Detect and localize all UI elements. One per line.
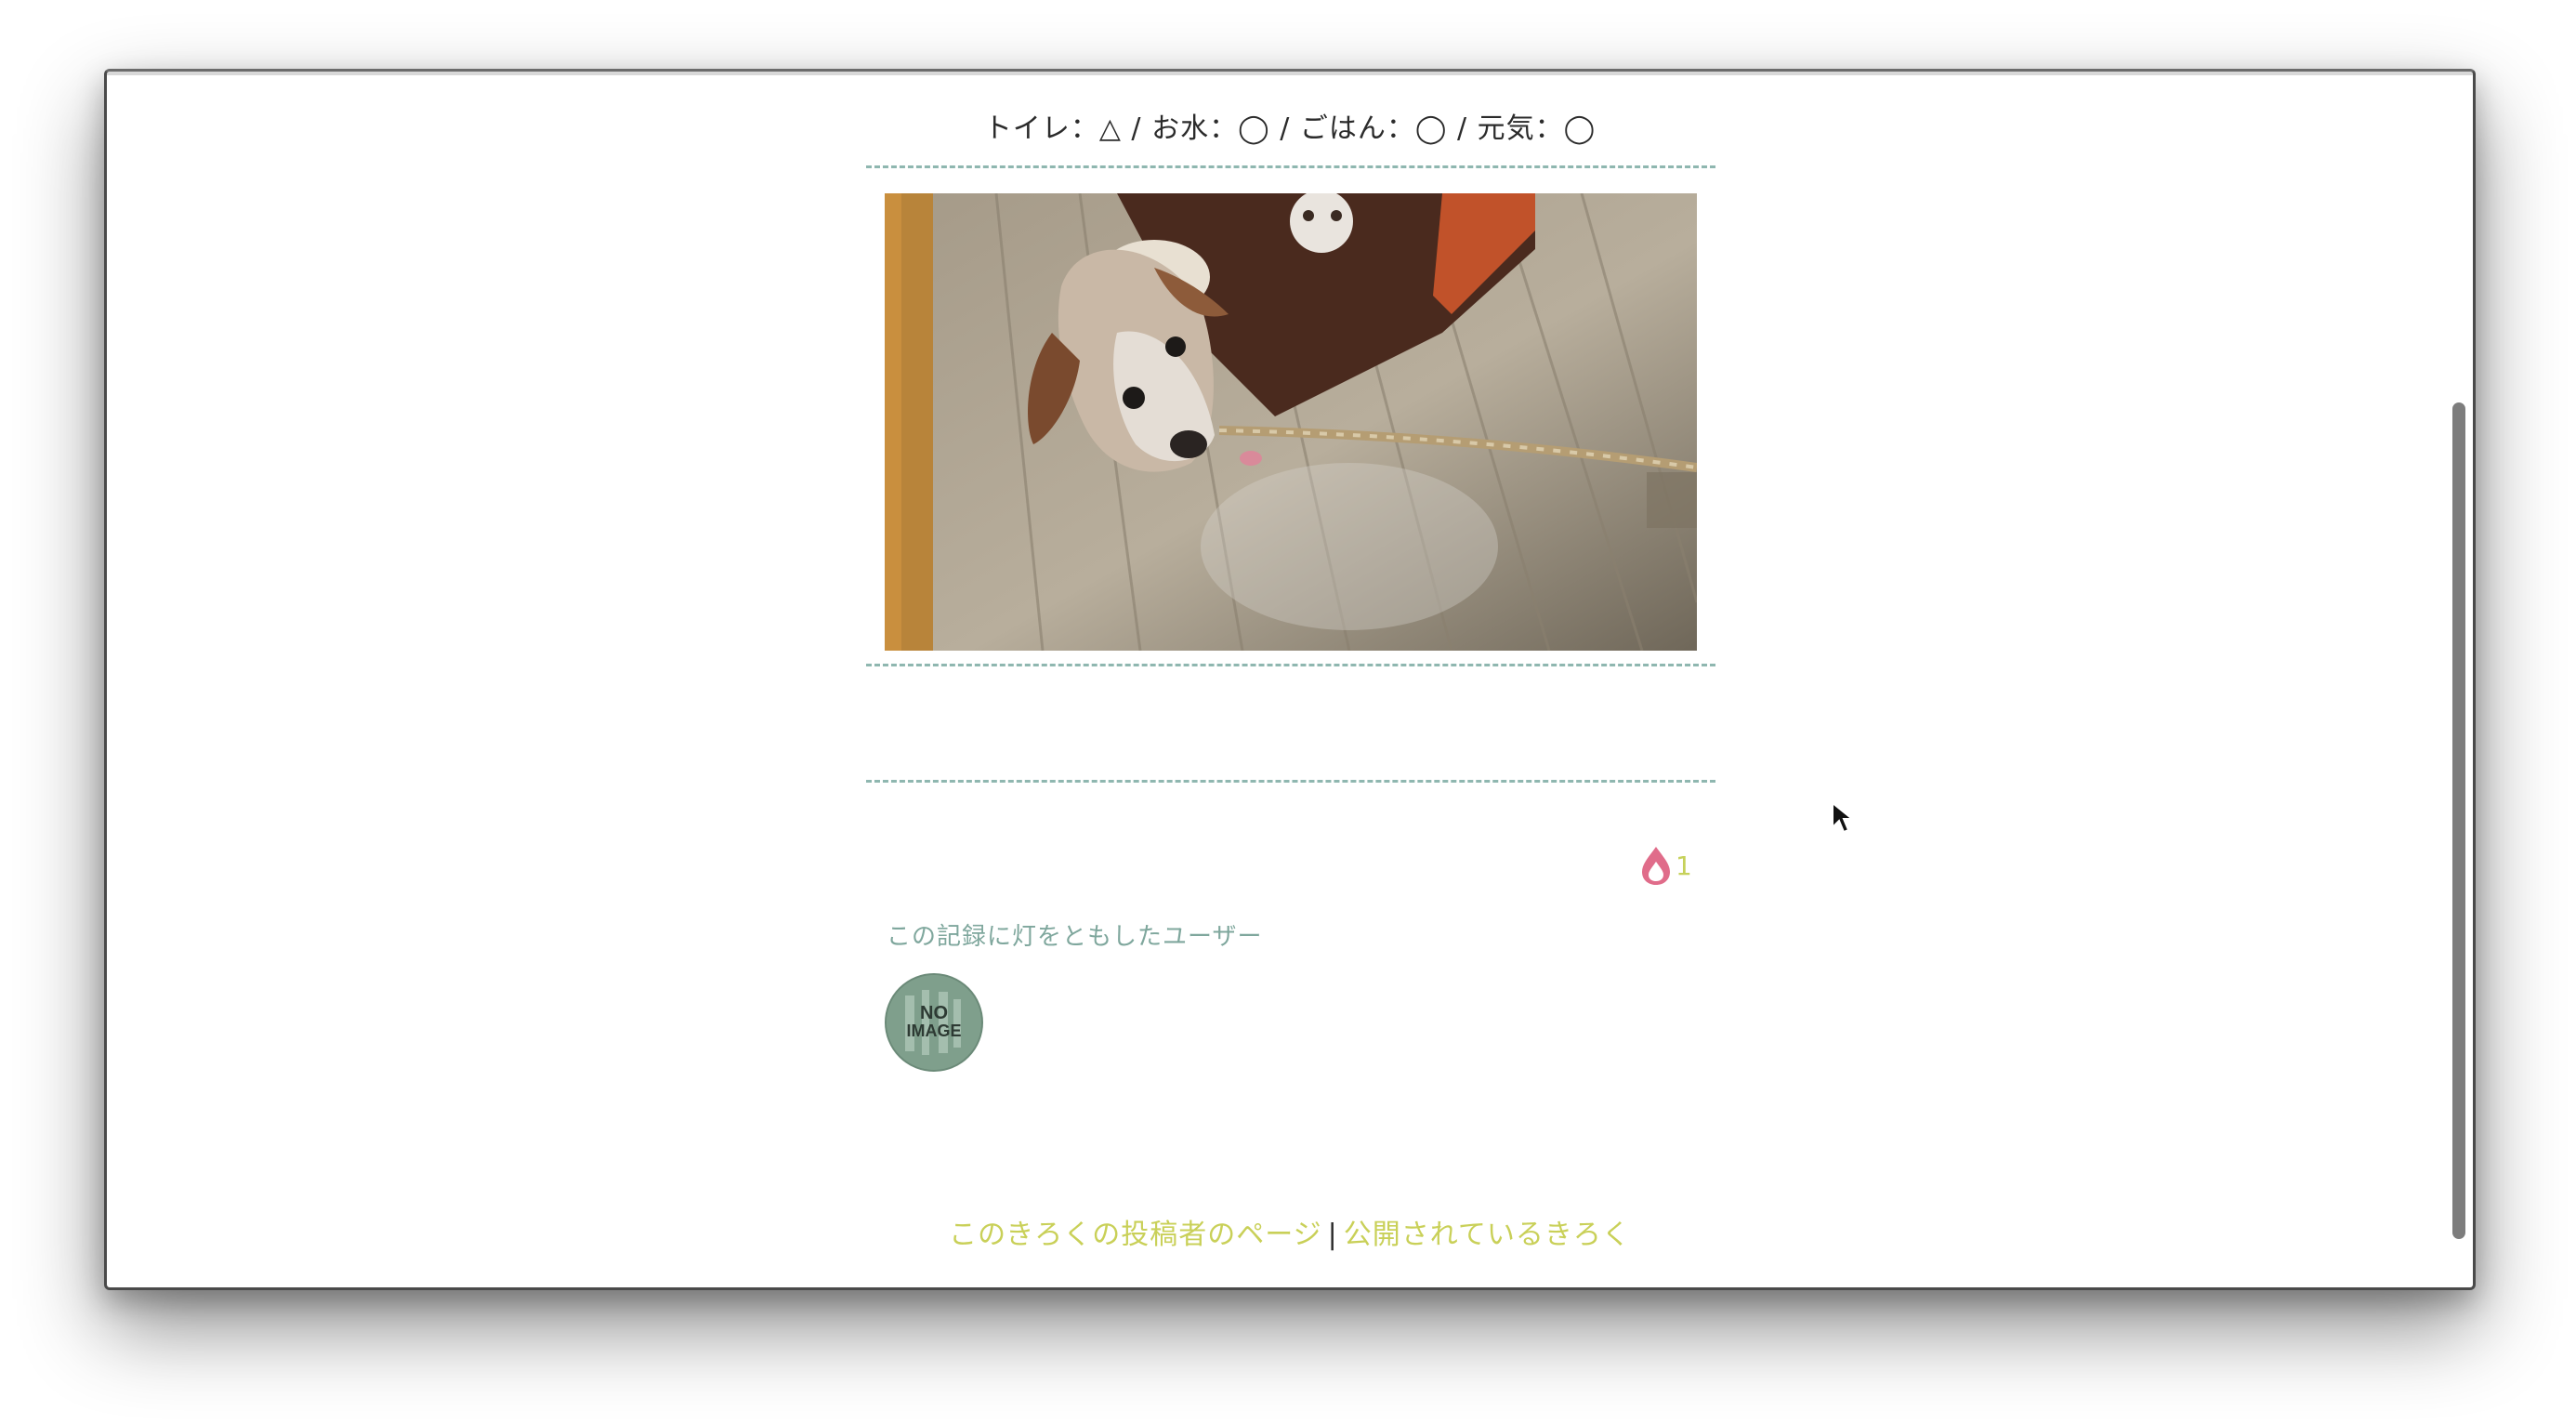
light-count[interactable]: 1 (1640, 843, 1692, 888)
avatar-image-text: IMAGE (906, 1022, 961, 1040)
divider-bottom (866, 780, 1715, 783)
avatar[interactable]: NO IMAGE (885, 973, 983, 1072)
browser-window: トイレ：△ / お水：◯ / ごはん：◯ / 元気：◯ 1 この記録に灯をともし… (104, 69, 2476, 1290)
scrollbar-thumb[interactable] (2452, 402, 2465, 1239)
record-status-line: トイレ：△ / お水：◯ / ごはん：◯ / 元気：◯ (983, 112, 1597, 145)
lit-users-label: この記録に灯をともしたユーザー (887, 923, 1263, 951)
record-photo[interactable] (885, 193, 1697, 651)
mouse-cursor-icon (1832, 801, 1853, 834)
divider-top (866, 165, 1715, 168)
avatar-no-text: NO (920, 1003, 948, 1023)
flame-icon (1642, 847, 1670, 885)
light-count-number: 1 (1676, 850, 1692, 881)
footer-separator: | (1327, 1219, 1338, 1251)
page-content: トイレ：△ / お水：◯ / ごはん：◯ / 元気：◯ 1 この記録に灯をともし… (107, 72, 2473, 1287)
no-image-avatar-icon: NO IMAGE (887, 975, 981, 1070)
divider-middle (866, 664, 1715, 666)
footer-links: このきろくの投稿者のページ | 公開されているきろく (107, 1211, 2473, 1252)
poster-page-link[interactable]: このきろくの投稿者のページ (949, 1219, 1322, 1251)
dog-photo-image (885, 193, 1697, 651)
public-records-link[interactable]: 公開されているきろく (1344, 1219, 1631, 1251)
